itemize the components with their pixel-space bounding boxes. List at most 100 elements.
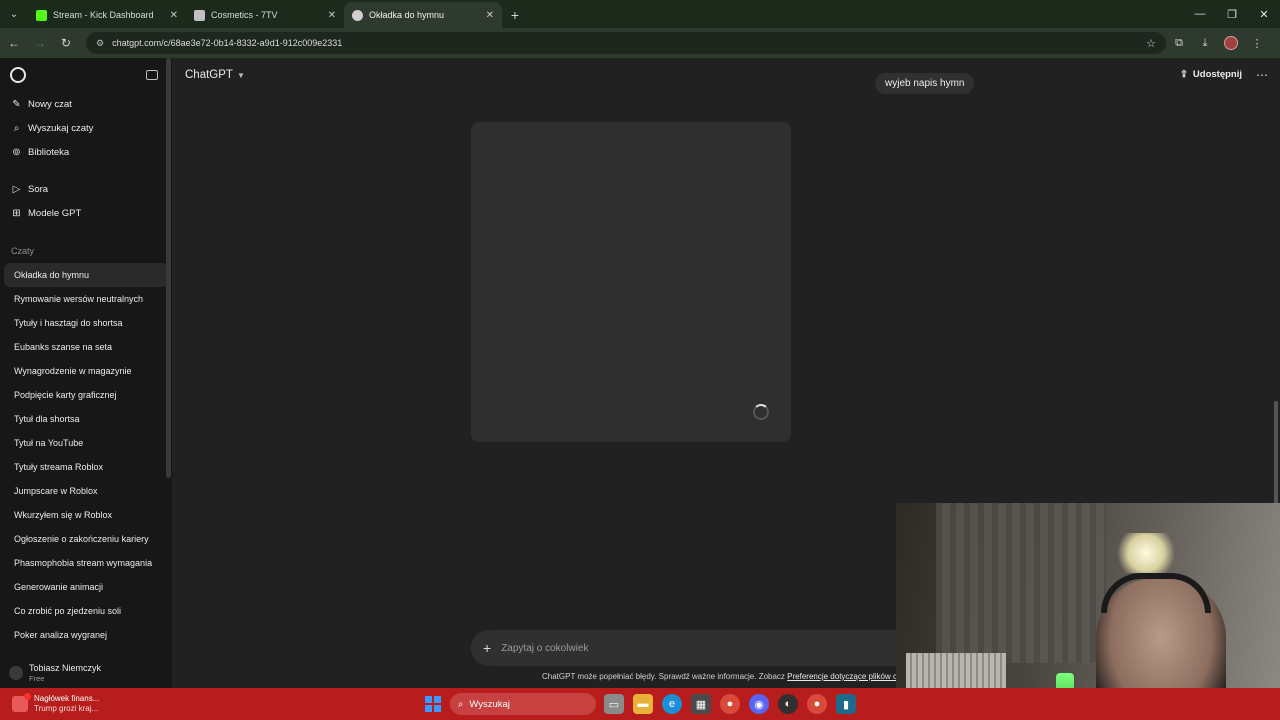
share-icon: ⇪	[1179, 69, 1188, 80]
sidebar-toggle-icon[interactable]	[146, 70, 158, 80]
discord-icon[interactable]: ◉	[749, 694, 769, 714]
store-icon[interactable]: ▦	[691, 694, 711, 714]
sidebar-item-label: Nowy czat	[28, 98, 72, 110]
file-explorer-icon[interactable]: ▬	[633, 694, 653, 714]
new-tab-button[interactable]: +	[502, 2, 528, 28]
library-icon: ⊚	[12, 146, 21, 158]
news-widget[interactable]: Nagłówek finans... Trump grozi kraj...	[0, 693, 190, 714]
taskbar-search[interactable]: ⌕ Wyszukaj	[450, 693, 596, 715]
chat-list-item[interactable]: Okładka do hymnu	[4, 263, 168, 287]
browser-toolbar: ← → ↻ ⚙ chatgpt.com/c/68ae3e72-0b14-8332…	[0, 28, 1280, 58]
chat-list-item[interactable]: Wkurzyłem się w Roblox	[4, 503, 168, 527]
model-selector[interactable]: ChatGPT ▼	[185, 69, 245, 81]
share-button[interactable]: ⇪ Udostępnij	[1180, 69, 1242, 80]
chat-list-item[interactable]: Eubanks szanse na seta	[4, 335, 168, 359]
chat-list-item[interactable]: Ogłoszenie o zakończeniu kariery	[4, 527, 168, 551]
app-icon[interactable]: ▮	[836, 694, 856, 714]
chat-list-item[interactable]: Jumpscare w Roblox	[4, 479, 168, 503]
tab-title: Okładka do hymnu	[369, 10, 445, 20]
chat-list-item[interactable]: Wynagrodzenie w magazynie	[4, 359, 168, 383]
disclaimer: ChatGPT może popełniać błędy. Sprawdź wa…	[542, 672, 897, 681]
close-tab-icon[interactable]: ✕	[170, 10, 178, 21]
download-icon[interactable]: ⤓	[1192, 37, 1218, 50]
chats-section-label: Czaty	[11, 246, 35, 256]
obs-icon[interactable]: ◐	[778, 694, 798, 714]
model-name: ChatGPT	[185, 69, 233, 81]
chrome-icon[interactable]: ●	[720, 694, 740, 714]
site-info-icon[interactable]: ⚙	[96, 38, 104, 49]
sidebar-item-sora[interactable]: ▷ Sora	[0, 177, 172, 201]
browser-tab-7tv[interactable]: Cosmetics - 7TV ✕	[186, 2, 344, 28]
url-text: chatgpt.com/c/68ae3e72-0b14-8332-a9d1-91…	[112, 38, 343, 48]
tab-title: Stream - Kick Dashboard	[53, 10, 154, 20]
browser-tab-kick[interactable]: Stream - Kick Dashboard ✕	[28, 2, 186, 28]
sidebar-item-label: Wyszukaj czaty	[28, 122, 94, 134]
kick-favicon-icon	[36, 9, 47, 21]
chat-list-item[interactable]: Phasmophobia stream wymagania	[4, 551, 168, 575]
prompt-input[interactable]	[501, 642, 862, 654]
sidebar-item-library[interactable]: ⊚ Biblioteka	[0, 140, 172, 164]
loading-spinner-icon	[753, 404, 769, 420]
cookie-preferences-link[interactable]: Preferencje dotyczące plików cookie	[787, 672, 897, 681]
generated-image-placeholder	[471, 122, 791, 442]
chatgpt-favicon-icon	[352, 9, 363, 21]
user-message: wyjeb napis hymn	[875, 73, 975, 94]
composer: +	[471, 630, 911, 666]
back-icon[interactable]: ←	[2, 31, 26, 55]
window-controls: — ❐ ✕	[1184, 0, 1280, 28]
taskbar-apps: ▭ ▬ e ▦ ● ◉ ◐ ● ▮	[604, 694, 856, 714]
bookmark-star-icon[interactable]: ☆	[1146, 37, 1156, 50]
search-icon: ⌕	[13, 122, 20, 134]
sidebar-item-label: Sora	[28, 183, 49, 195]
disclaimer-text: ChatGPT może popełniać błędy. Sprawdź wa…	[542, 672, 785, 681]
edge-icon[interactable]: e	[662, 694, 682, 714]
chrome-active-icon[interactable]: ●	[807, 694, 827, 714]
chat-list-item[interactable]: Tytuły streama Roblox	[4, 455, 168, 479]
close-tab-icon[interactable]: ✕	[328, 10, 336, 21]
add-attachment-icon[interactable]: +	[483, 640, 491, 656]
minimize-icon[interactable]: —	[1184, 0, 1216, 28]
more-options-icon[interactable]: ⋯	[1256, 68, 1268, 82]
profile-avatar[interactable]	[1218, 36, 1244, 50]
sidebar: ✎ Nowy czat ⌕ Wyszukaj czaty ⊚ Bibliotek…	[0, 58, 172, 688]
chat-list-item[interactable]: Generowanie animacji	[4, 575, 168, 599]
sidebar-item-new-chat[interactable]: ✎ Nowy czat	[0, 92, 172, 116]
openai-logo-icon[interactable]	[10, 67, 26, 83]
sidebar-header	[0, 58, 172, 92]
chat-list-item[interactable]: Podpięcie karty graficznej	[4, 383, 168, 407]
close-tab-icon[interactable]: ✕	[486, 10, 494, 21]
task-view-icon[interactable]: ▭	[604, 694, 624, 714]
windows-taskbar: Nagłówek finans... Trump grozi kraj... ⌕…	[0, 688, 1280, 720]
grid-icon: ⊞	[12, 207, 21, 219]
chat-list-item[interactable]: Tytuł dla shortsa	[4, 407, 168, 431]
edit-icon: ✎	[12, 98, 21, 110]
taskbar-search-label: Wyszukaj	[469, 698, 510, 710]
chevron-down-icon: ▼	[236, 70, 245, 80]
chat-list-item[interactable]: Poker analiza wygranej	[4, 623, 168, 647]
news-subtitle: Trump grozi kraj...	[34, 704, 99, 713]
forward-icon[interactable]: →	[28, 31, 52, 55]
tab-search-chevron-icon[interactable]: ⌄	[0, 0, 28, 28]
chat-list-item[interactable]: Rymowanie wersów neutralnych	[4, 287, 168, 311]
search-icon: ⌕	[458, 698, 464, 710]
user-profile[interactable]: Tobiasz Niemczyk Free	[0, 658, 172, 688]
restore-icon[interactable]: ❐	[1216, 0, 1248, 28]
browser-tab-chatgpt[interactable]: Okładka do hymnu ✕	[344, 2, 502, 28]
browser-menu-icon[interactable]: ⋮	[1244, 37, 1270, 50]
windows-start-icon[interactable]	[425, 696, 441, 712]
close-window-icon[interactable]: ✕	[1248, 0, 1280, 28]
news-icon	[12, 693, 31, 712]
chat-list-item[interactable]: Tytuły i hasztagi do shortsa	[4, 311, 168, 335]
sidebar-scrollbar[interactable]	[166, 58, 171, 478]
sidebar-item-search-chats[interactable]: ⌕ Wyszukaj czaty	[0, 116, 172, 140]
reload-icon[interactable]: ↻	[54, 31, 78, 55]
chat-list-item[interactable]: Tytuł na YouTube	[4, 431, 168, 455]
address-bar[interactable]: ⚙ chatgpt.com/c/68ae3e72-0b14-8332-a9d1-…	[86, 32, 1166, 54]
sidebar-item-label: Biblioteka	[28, 146, 70, 158]
share-label: Udostępnij	[1192, 69, 1242, 80]
sidebar-item-gpt-models[interactable]: ⊞ Modele GPT	[0, 201, 172, 225]
extensions-icon[interactable]: ⧉	[1166, 37, 1192, 50]
chat-list-item[interactable]: Co zrobić po zjedzeniu soli	[4, 599, 168, 623]
browser-tab-strip: ⌄ Stream - Kick Dashboard ✕ Cosmetics - …	[0, 0, 1280, 28]
sidebar-item-label: Modele GPT	[28, 207, 82, 219]
